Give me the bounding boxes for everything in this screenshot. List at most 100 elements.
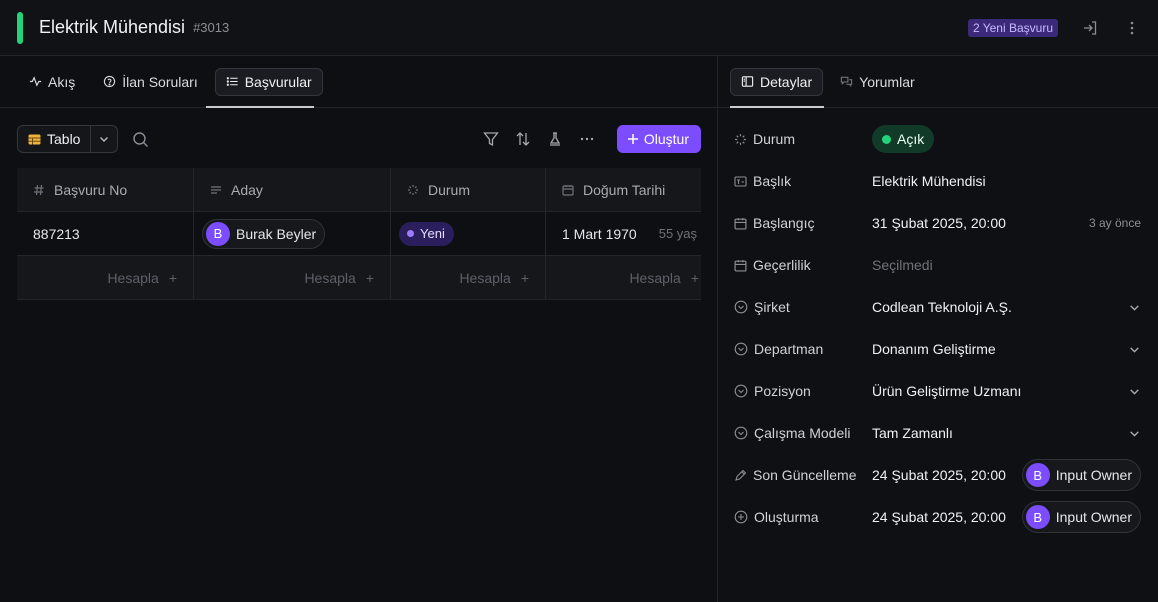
list-icon: [226, 77, 238, 86]
work-model-value[interactable]: Tam Zamanlı: [872, 425, 953, 441]
chevron-down-icon[interactable]: [91, 126, 117, 152]
plus-icon: +: [690, 269, 699, 286]
position-value[interactable]: Ürün Geliştirme Uzmanı: [872, 383, 1021, 399]
avatar: B: [1025, 505, 1050, 529]
chevron-down-icon[interactable]: [1128, 427, 1141, 440]
user-pill[interactable]: B Input Owner: [1021, 501, 1141, 533]
plus-icon: +: [365, 269, 374, 286]
age-label: 55 yaş: [658, 226, 698, 241]
applications-pane: Akış İlan Soruları Başvurular Tablo Oluş…: [0, 56, 717, 602]
table-header-row: Başvuru No Aday Durum Doğum Tarihi: [17, 168, 701, 212]
detail-row-title: Başlık Elektrik Mühendisi: [718, 160, 1158, 202]
department-value[interactable]: Donanım Geliştirme: [872, 341, 996, 357]
calculate-row: Hesapla + Hesapla + Hesapla + Hesapla +: [17, 256, 701, 300]
page-title: Elektrik Mühendisi: [39, 17, 186, 37]
detail-row-work-model: Çalışma Modeli Tam Zamanlı: [718, 412, 1158, 454]
more-vertical-icon[interactable]: [1122, 18, 1142, 38]
loader-icon: [735, 133, 746, 145]
panel-icon: [741, 76, 754, 87]
comments-icon: [840, 76, 853, 88]
calendar-icon: [734, 217, 747, 230]
chevron-down-icon[interactable]: [1128, 343, 1141, 356]
calculate-cell[interactable]: Hesapla +: [391, 256, 546, 299]
search-icon[interactable]: [132, 131, 149, 148]
detail-row-created: Oluşturma 24 Şubat 2025, 20:00 B Input Ow…: [718, 496, 1158, 538]
chevron-circle-icon: [734, 300, 748, 314]
chevron-down-icon[interactable]: [1128, 385, 1141, 398]
hash-icon: [34, 184, 44, 195]
tab-details[interactable]: Detaylar: [730, 67, 824, 96]
tab-job-questions[interactable]: İlan Soruları: [92, 68, 208, 96]
calculate-cell[interactable]: Hesapla +: [194, 256, 391, 299]
details-pane: Detaylar Yorumlar Durum Açık Başlık Elek…: [717, 56, 1158, 602]
more-horizontal-icon[interactable]: [579, 131, 595, 147]
candidate-pill[interactable]: B Burak Beyler: [202, 218, 326, 249]
job-id: #3013: [193, 20, 230, 35]
application-no-cell: 887213: [17, 212, 194, 255]
help-circle-icon: [104, 75, 116, 88]
calculate-cell[interactable]: Hesapla +: [546, 256, 701, 299]
new-applications-badge[interactable]: 2 Yeni Başvuru: [967, 19, 1058, 37]
column-header-candidate[interactable]: Aday: [194, 168, 391, 211]
chevron-circle-icon: [734, 342, 748, 356]
detail-row-status: Durum Açık: [718, 118, 1158, 160]
export-icon[interactable]: [547, 131, 563, 147]
pencil-icon: [735, 469, 747, 481]
detail-row-position: Pozisyon Ürün Geliştirme Uzmanı: [718, 370, 1158, 412]
detail-row-company: Şirket Codlean Teknoloji A.Ş.: [718, 286, 1158, 328]
start-value[interactable]: 31 Şubat 2025, 20:00: [872, 215, 1006, 231]
activity-icon: [29, 76, 42, 87]
table-icon: [28, 134, 41, 144]
chevron-circle-icon: [734, 426, 748, 440]
candidate-cell: B Burak Beyler: [194, 212, 391, 255]
birth-date-cell: 1 Mart 1970 55 yaş: [546, 212, 701, 255]
detail-row-start: Başlangıç 31 Şubat 2025, 20:00 3 ay önce: [718, 202, 1158, 244]
plus-icon: [627, 134, 638, 144]
column-header-birth-date[interactable]: Doğum Tarihi: [546, 168, 701, 211]
exit-icon[interactable]: [1080, 18, 1100, 38]
relative-time: 3 ay önce: [1088, 216, 1141, 230]
loader-icon: [408, 184, 418, 195]
calculate-cell[interactable]: Hesapla +: [17, 256, 194, 299]
text-lines-icon: [211, 185, 221, 194]
tab-comments[interactable]: Yorumlar: [829, 68, 926, 96]
calendar-icon: [734, 259, 747, 272]
plus-icon: +: [520, 269, 529, 286]
avatar: B: [1025, 463, 1050, 487]
status-cell: Yeni: [391, 212, 546, 255]
main-tabs: Akış İlan Soruları Başvurular: [0, 56, 717, 108]
active-tab-indicator: [730, 106, 824, 108]
create-button[interactable]: Oluştur: [616, 125, 701, 153]
tab-flow[interactable]: Akış: [18, 68, 86, 96]
detail-row-department: Departman Donanım Geliştirme: [718, 328, 1158, 370]
column-header-application-no[interactable]: Başvuru No: [17, 168, 194, 211]
text-field-icon: [734, 175, 747, 187]
sort-icon[interactable]: [515, 131, 531, 147]
filter-icon[interactable]: [483, 131, 499, 147]
chevron-down-icon[interactable]: [1128, 301, 1141, 314]
status-badge[interactable]: Yeni: [399, 221, 454, 246]
page-header: Elektrik Mühendisi #3013 2 Yeni Başvuru: [0, 0, 1158, 56]
applications-table: Başvuru No Aday Durum Doğum Tarihi 88721…: [17, 168, 701, 300]
title-value[interactable]: Elektrik Mühendisi: [872, 173, 986, 189]
column-header-status[interactable]: Durum: [391, 168, 546, 211]
status-badge[interactable]: Açık: [872, 125, 935, 153]
status-accent-bar: [17, 11, 23, 44]
plus-circle-icon: [734, 510, 748, 524]
chevron-circle-icon: [734, 384, 748, 398]
view-selector[interactable]: Tablo: [17, 125, 119, 153]
status-dot: [407, 230, 414, 237]
company-value[interactable]: Codlean Teknoloji A.Ş.: [872, 299, 1012, 315]
validity-value[interactable]: Seçilmedi: [872, 257, 933, 273]
detail-row-last-update: Son Güncelleme 24 Şubat 2025, 20:00 B Inp…: [718, 454, 1158, 496]
user-pill[interactable]: B Input Owner: [1021, 459, 1141, 491]
tab-applications[interactable]: Başvurular: [214, 67, 323, 96]
view-selector-main[interactable]: Tablo: [18, 126, 92, 152]
details-list: Durum Açık Başlık Elektrik Mühendisi Baş…: [718, 108, 1158, 538]
created-value: 24 Şubat 2025, 20:00: [872, 509, 1006, 525]
table-row[interactable]: 887213 B Burak Beyler Yeni 1 Mart 1970 5…: [17, 212, 701, 256]
table-toolbar: Tablo Oluştur: [0, 108, 717, 170]
plus-icon: +: [168, 269, 177, 286]
detail-row-validity: Geçerlilik Seçilmedi: [718, 244, 1158, 286]
details-tabs: Detaylar Yorumlar: [718, 56, 1158, 108]
